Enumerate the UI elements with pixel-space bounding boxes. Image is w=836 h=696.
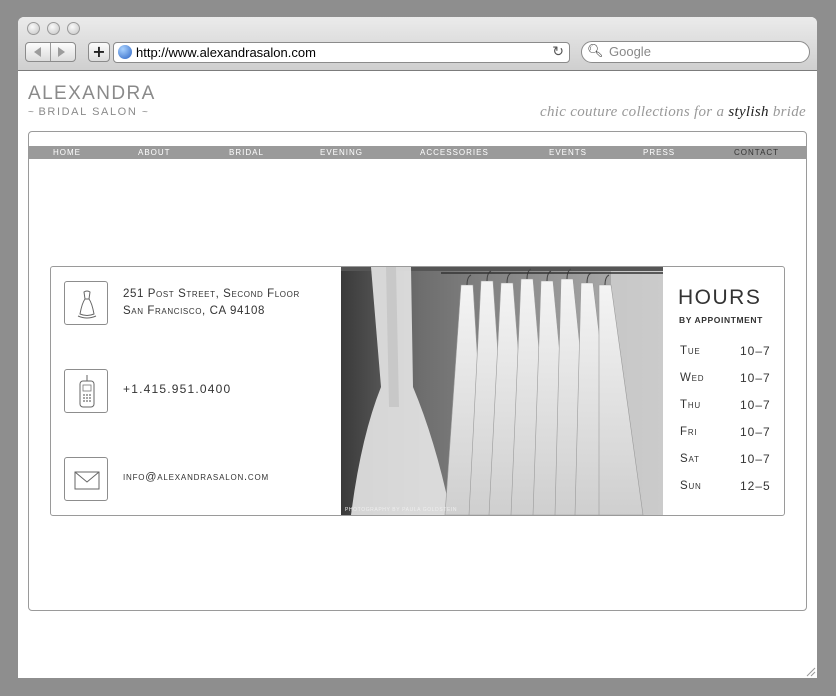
address-line-2: San Francisco, CA 94108: [123, 305, 265, 317]
url-text[interactable]: http://www.alexandrasalon.com: [136, 45, 316, 60]
email-link[interactable]: info@alexandrasalon.com: [123, 470, 269, 484]
add-bookmark-button[interactable]: +: [88, 42, 110, 62]
nav-item-press[interactable]: PRESS: [643, 146, 675, 159]
address: 251 Post Street, Second Floor San Franci…: [123, 286, 300, 320]
browser-toolbar: + http://www.alexandrasalon.com ↻ 🔍︎ Goo…: [18, 17, 817, 71]
search-placeholder: Google: [609, 44, 651, 59]
nav-item-bridal[interactable]: BRIDAL: [229, 146, 264, 159]
hours-day: Tue: [680, 345, 701, 357]
nav-item-events[interactable]: EVENTS: [549, 146, 587, 159]
hours-title: HOURS: [678, 286, 762, 309]
nav-item-contact[interactable]: CONTACT: [734, 146, 779, 159]
hours-day: Sat: [680, 453, 700, 465]
hours-day: Wed: [680, 372, 705, 384]
zoom-window-button[interactable]: [67, 22, 80, 35]
address-bar[interactable]: http://www.alexandrasalon.com ↻: [113, 42, 570, 63]
nav-item-home[interactable]: HOME: [53, 146, 81, 159]
photo-credit: Photography by Paula Goldstein: [345, 507, 458, 513]
swash-left-icon: ~: [28, 107, 34, 118]
hours-time: 12–5: [740, 479, 771, 493]
site-logo[interactable]: ALEXANDRA: [28, 84, 156, 104]
globe-icon: [118, 45, 132, 59]
hours-time: 10–7: [740, 452, 771, 466]
hours-day: Sun: [680, 480, 702, 492]
nav-item-about[interactable]: ABOUT: [138, 146, 171, 159]
address-line-1: 251 Post Street, Second Floor: [123, 288, 300, 300]
hours-day: Fri: [680, 426, 698, 438]
forward-icon[interactable]: [58, 47, 65, 57]
hours-time: 10–7: [740, 344, 771, 358]
hours-subtitle: BY APPOINTMENT: [679, 315, 763, 325]
dress-icon: [64, 281, 108, 325]
browser-window: + http://www.alexandrasalon.com ↻ 🔍︎ Goo…: [18, 17, 817, 678]
back-icon[interactable]: [34, 47, 41, 57]
main-nav: HOME ABOUT BRIDAL EVENING ACCESSORIES EV…: [28, 146, 807, 159]
search-field[interactable]: 🔍︎ Google: [581, 41, 810, 63]
close-window-button[interactable]: [27, 22, 40, 35]
resize-grip-icon[interactable]: [804, 665, 816, 677]
hours-time: 10–7: [740, 425, 771, 439]
gowns-photo: [341, 267, 663, 515]
swash-right-icon: ~: [142, 107, 148, 118]
envelope-icon: [64, 457, 108, 501]
nav-item-accessories[interactable]: ACCESSORIES: [420, 146, 489, 159]
hours-day: Thu: [680, 399, 701, 411]
minimize-window-button[interactable]: [47, 22, 60, 35]
phone-icon: [64, 369, 108, 413]
contact-panel: 251 Post Street, Second Floor San Franci…: [50, 266, 785, 516]
hours-time: 10–7: [740, 371, 771, 385]
page-content: ALEXANDRA ~ BRIDAL SALON ~ chic couture …: [18, 71, 817, 678]
hours-time: 10–7: [740, 398, 771, 412]
site-tagline: chic couture collections for a stylish b…: [540, 104, 806, 120]
nav-item-evening[interactable]: EVENING: [320, 146, 363, 159]
search-icon[interactable]: 🔍︎: [587, 43, 604, 60]
phone-number[interactable]: +1.415.951.0400: [123, 381, 231, 397]
site-logo-subtitle: ~ BRIDAL SALON ~: [28, 106, 148, 118]
reload-icon[interactable]: ↻: [552, 44, 564, 60]
history-nav: [25, 42, 76, 62]
